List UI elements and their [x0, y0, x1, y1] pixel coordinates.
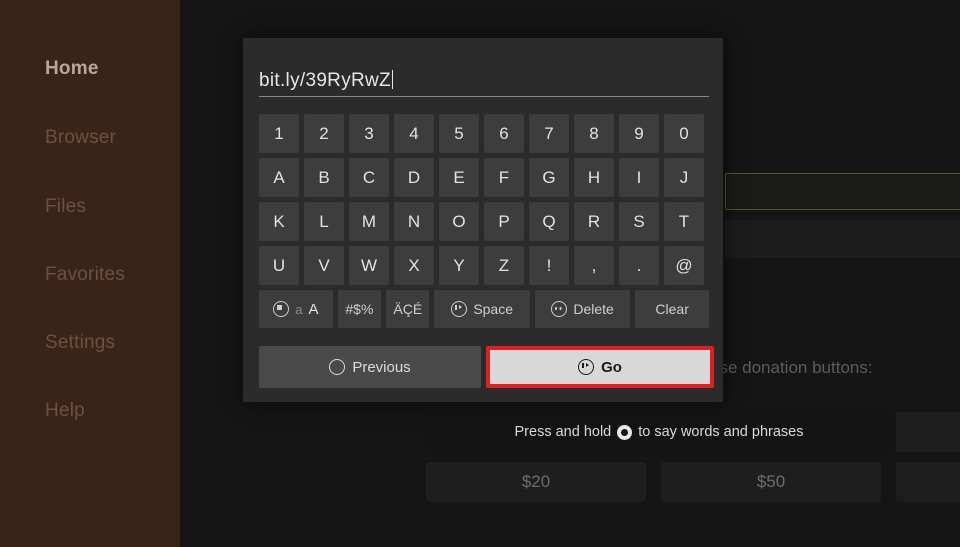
sidebar-item-browser[interactable]: Browser — [45, 127, 116, 149]
key-y[interactable]: Y — [439, 246, 479, 285]
key-s[interactable]: S — [619, 202, 659, 241]
key-accents[interactable]: ÄÇÉ — [386, 290, 430, 328]
key-r[interactable]: R — [574, 202, 614, 241]
remote-playpause-button-icon — [578, 359, 595, 375]
go-button[interactable]: Go — [486, 346, 714, 388]
sidebar-item-favorites[interactable]: Favorites — [45, 264, 125, 286]
background-panel — [725, 220, 960, 258]
voice-hint-prefix: Press and hold — [514, 424, 612, 440]
key-h[interactable]: H — [574, 158, 614, 197]
sidebar-item-help[interactable]: Help — [45, 400, 85, 422]
donation-button[interactable]: $100 — [896, 462, 960, 502]
key-f[interactable]: F — [484, 158, 524, 197]
previous-label: Previous — [352, 358, 411, 376]
key-q[interactable]: Q — [529, 202, 569, 241]
key-7[interactable]: 7 — [529, 114, 569, 153]
key-m[interactable]: M — [349, 202, 389, 241]
key-3[interactable]: 3 — [349, 114, 389, 153]
donation-button[interactable]: $20 — [426, 462, 646, 502]
case-upper-label: A — [308, 300, 319, 318]
key-z[interactable]: Z — [484, 246, 524, 285]
key-9[interactable]: 9 — [619, 114, 659, 153]
case-lower-label: a — [295, 301, 303, 317]
background-caption-line-1: ase donation buttons: — [710, 358, 873, 377]
key-i[interactable]: I — [619, 158, 659, 197]
key-w[interactable]: W — [349, 246, 389, 285]
keyboard-keys: 1 2 3 4 5 6 7 8 9 0 A B C D E F G H I J … — [259, 114, 709, 333]
key-t[interactable]: T — [664, 202, 704, 241]
key-clear[interactable]: Clear — [635, 290, 709, 328]
key-exclaim[interactable]: ! — [529, 246, 569, 285]
keyboard-row-numbers: 1 2 3 4 5 6 7 8 9 0 — [259, 114, 709, 153]
voice-input-hint: Press and hold to say words and phrases — [426, 412, 892, 452]
key-at[interactable]: @ — [664, 246, 704, 285]
key-delete[interactable]: Delete — [534, 290, 631, 328]
key-k[interactable]: K — [259, 202, 299, 241]
donation-button[interactable]: $50 — [661, 462, 881, 502]
key-space[interactable]: Space — [434, 290, 530, 328]
key-period[interactable]: . — [619, 246, 659, 285]
remote-back-button-icon — [329, 359, 346, 375]
sidebar-item-files[interactable]: Files — [45, 196, 86, 218]
key-g[interactable]: G — [529, 158, 569, 197]
key-d[interactable]: D — [394, 158, 434, 197]
keyboard-action-row: Previous Go — [259, 346, 714, 388]
key-symbols[interactable]: #$% — [337, 290, 382, 328]
key-n[interactable]: N — [394, 202, 434, 241]
donation-row-bottom: $20 $50 $100 — [426, 462, 960, 502]
voice-hint-suffix: to say words and phrases — [638, 424, 804, 440]
key-2[interactable]: 2 — [304, 114, 344, 153]
text-cursor — [391, 70, 393, 89]
keyboard-row-a-j: A B C D E F G H I J — [259, 158, 709, 197]
previous-button[interactable]: Previous — [259, 346, 481, 388]
key-e[interactable]: E — [439, 158, 479, 197]
donation-button[interactable]: $10 — [896, 412, 960, 452]
microphone-icon — [617, 424, 633, 440]
key-x[interactable]: X — [394, 246, 434, 285]
key-o[interactable]: O — [439, 202, 479, 241]
key-u[interactable]: U — [259, 246, 299, 285]
key-b[interactable]: B — [304, 158, 344, 197]
sidebar-item-settings[interactable]: Settings — [45, 332, 115, 354]
sidebar: Home Browser Files Favorites Settings He… — [0, 0, 180, 547]
remote-select-button-icon — [273, 301, 290, 317]
key-l[interactable]: L — [304, 202, 344, 241]
keyboard-row-k-t: K L M N O P Q R S T — [259, 202, 709, 241]
key-p[interactable]: P — [484, 202, 524, 241]
delete-label: Delete — [573, 301, 614, 317]
keyboard-input-field[interactable]: bit.ly/39RyRwZ — [259, 70, 709, 97]
remote-rewind-button-icon — [551, 301, 568, 317]
background-url-field[interactable] — [725, 173, 960, 210]
key-toggle-case[interactable]: aA — [259, 290, 333, 328]
key-0[interactable]: 0 — [664, 114, 704, 153]
sidebar-item-home[interactable]: Home — [45, 58, 99, 80]
space-label: Space — [473, 301, 514, 317]
remote-playpause-button-icon — [451, 301, 468, 317]
key-j[interactable]: J — [664, 158, 704, 197]
key-1[interactable]: 1 — [259, 114, 299, 153]
key-8[interactable]: 8 — [574, 114, 614, 153]
key-c[interactable]: C — [349, 158, 389, 197]
key-v[interactable]: V — [304, 246, 344, 285]
key-5[interactable]: 5 — [439, 114, 479, 153]
key-6[interactable]: 6 — [484, 114, 524, 153]
keyboard-input-value: bit.ly/39RyRwZ — [259, 70, 391, 91]
key-4[interactable]: 4 — [394, 114, 434, 153]
key-a[interactable]: A — [259, 158, 299, 197]
key-comma[interactable]: , — [574, 246, 614, 285]
keyboard-function-row: aA #$% ÄÇÉ Space Delete Clear — [259, 290, 709, 328]
go-label: Go — [601, 358, 622, 376]
keyboard-row-u-symbols: U V W X Y Z ! , . @ — [259, 246, 709, 285]
